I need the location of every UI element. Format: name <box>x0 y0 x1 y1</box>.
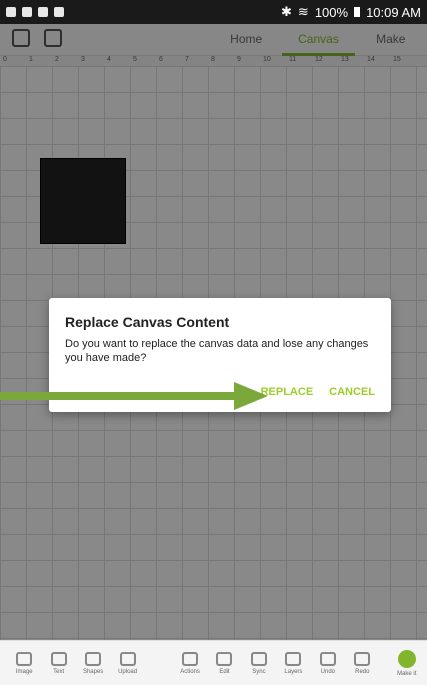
toolbar-item-label: Actions <box>180 668 200 675</box>
clock: 10:09 AM <box>366 4 421 20</box>
toolbar-item-label: Undo <box>320 668 336 675</box>
toolbar-item-label: Text <box>53 668 65 675</box>
image-icon <box>16 651 33 666</box>
toolbar-item-actions[interactable]: Actions <box>176 651 204 675</box>
toolbar-item-layers[interactable]: Layers <box>279 651 307 675</box>
annotation-arrow <box>0 382 268 410</box>
replace-button[interactable]: REPLACE <box>261 386 314 398</box>
bluetooth-icon: ✱ <box>281 4 292 19</box>
dialog-message: Do you want to replace the canvas data a… <box>65 338 369 364</box>
toolbar-item-upload[interactable]: Upload <box>113 651 141 675</box>
toolbar-item-undo[interactable]: Undo <box>314 651 342 675</box>
toolbar-item-sync[interactable]: Sync <box>245 651 273 675</box>
toolbar-item-label: Shapes <box>82 668 104 675</box>
toolbar-item-label: Edit <box>219 668 230 675</box>
actions-icon <box>182 651 199 666</box>
redo-icon <box>354 651 371 666</box>
shapes-icon <box>85 651 102 666</box>
toolbar-item-redo[interactable]: Redo <box>348 651 376 675</box>
toolbar-item-shapes[interactable]: Shapes <box>79 651 107 675</box>
notification-icon <box>54 7 64 17</box>
toolbar-item-text[interactable]: Text <box>44 651 72 675</box>
notification-icon <box>6 7 16 17</box>
toolbar-item-label: Redo <box>355 668 370 675</box>
upload-icon <box>119 651 136 666</box>
status-bar: ✱ ≋ 100% 10:09 AM <box>0 0 427 24</box>
battery-percent: 100% <box>314 4 349 20</box>
undo-icon <box>319 651 336 666</box>
battery-icon <box>354 7 361 17</box>
dialog-title: Replace Canvas Content <box>65 314 230 330</box>
toolbar-item-label: Upload <box>118 668 138 675</box>
make-it-icon <box>397 649 416 668</box>
toolbar-item-label: Layers <box>284 668 303 675</box>
system-status: ✱ ≋ 100% 10:09 AM <box>281 4 421 20</box>
wifi-icon: ≋ <box>297 4 309 19</box>
bottom-toolbar: Image Text Shapes Upload Actions Edit Sync Laye… <box>0 640 427 685</box>
cancel-button[interactable]: CANCEL <box>329 386 375 398</box>
notification-icons <box>6 7 64 17</box>
sync-icon <box>250 651 267 666</box>
edit-icon <box>216 651 233 666</box>
toolbar-item-edit[interactable]: Edit <box>210 651 238 675</box>
toolbar-item-image[interactable]: Image <box>10 651 38 675</box>
layers-icon <box>285 651 302 666</box>
notification-icon <box>22 7 32 17</box>
toolbar-item-make-it[interactable]: Make it <box>393 649 421 677</box>
notification-icon <box>38 7 48 17</box>
toolbar-item-label: Make it <box>397 670 417 677</box>
toolbar-item-label: Sync <box>252 668 266 675</box>
text-icon <box>50 651 67 666</box>
toolbar-item-label: Image <box>15 668 33 675</box>
